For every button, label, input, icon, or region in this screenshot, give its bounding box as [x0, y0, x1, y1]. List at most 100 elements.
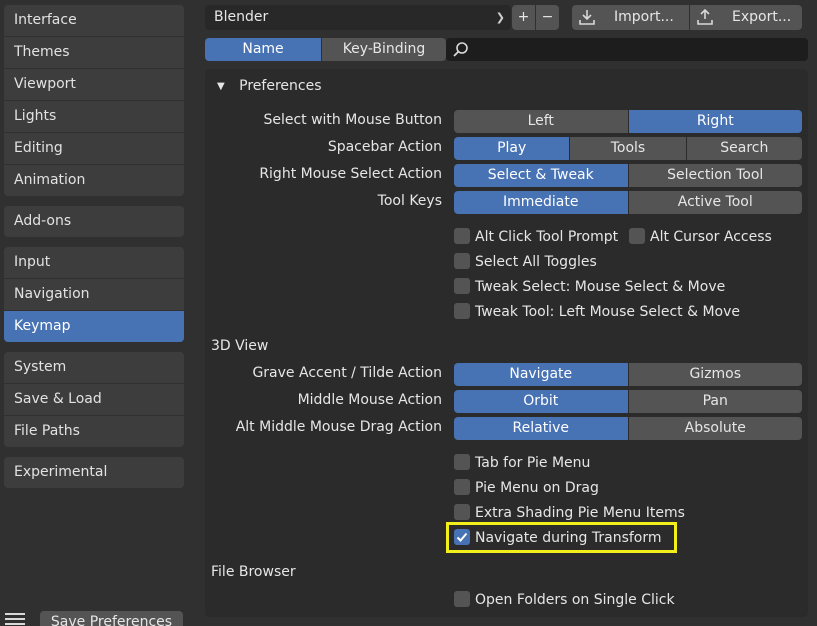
sidebar-group-system: System Save & Load File Paths [4, 352, 184, 447]
option-gizmos[interactable]: Gizmos [628, 363, 802, 386]
pie-menu-on-drag-checkbox[interactable]: Pie Menu on Drag [454, 478, 599, 498]
middle-mouse-action-label: Middle Mouse Action [297, 392, 442, 408]
checkbox-box [454, 228, 470, 244]
checkbox-box [454, 479, 470, 495]
sidebar-item-addons[interactable]: Add-ons [4, 206, 184, 237]
checkbox-box [454, 454, 470, 470]
tab-for-pie-menu-checkbox[interactable]: Tab for Pie Menu [454, 453, 590, 473]
add-preset-button[interactable]: + [512, 5, 535, 30]
sidebar-item-viewport[interactable]: Viewport [4, 69, 184, 101]
checkbox-box [454, 591, 470, 607]
import-button[interactable]: Import... [572, 5, 689, 30]
chevron-down-icon: ❯ [495, 11, 505, 24]
option-pan[interactable]: Pan [628, 390, 802, 413]
keymap-preset-value: Blender [214, 9, 269, 25]
alt-middle-mouse-drag-control: Relative Absolute [454, 417, 802, 440]
preferences-panel-title: Preferences [239, 78, 322, 94]
checkbox-box [454, 278, 470, 294]
preferences-window: Interface Themes Viewport Lights Editing… [0, 0, 817, 626]
spacebar-action-control: Play Tools Search [454, 137, 802, 160]
checkbox-label: Pie Menu on Drag [475, 480, 599, 496]
checkbox-label: Open Folders on Single Click [475, 592, 675, 608]
tab-name[interactable]: Name [205, 38, 321, 61]
checkbox-label: Tab for Pie Menu [475, 455, 591, 471]
sidebar-item-input[interactable]: Input [4, 247, 184, 279]
import-icon [579, 10, 595, 25]
preferences-panel-header[interactable]: ▼ Preferences [217, 78, 322, 94]
sidebar-item-experimental[interactable]: Experimental [4, 457, 184, 488]
checkbox-box [454, 303, 470, 319]
checkbox-label: Alt Click Tool Prompt [475, 229, 619, 245]
checkbox-label: Tweak Tool: Left Mouse Select & Move [475, 304, 741, 320]
sidebar-item-save-load[interactable]: Save & Load [4, 384, 184, 416]
sidebar-item-interface[interactable]: Interface [4, 5, 184, 37]
sidebar-item-themes[interactable]: Themes [4, 37, 184, 69]
right-mouse-select-action-control: Select & Tweak Selection Tool [454, 164, 802, 187]
checkbox-box [629, 228, 645, 244]
select-mouse-button-control: Left Right [454, 110, 802, 133]
sidebar-group-experimental: Experimental [4, 457, 184, 488]
keymap-preset-select[interactable]: Blender ❯ [205, 5, 511, 30]
disclosure-triangle-icon: ▼ [217, 81, 225, 92]
option-navigate[interactable]: Navigate [454, 363, 628, 386]
checkbox-label: Select All Toggles [475, 254, 597, 270]
export-button[interactable]: Export... [690, 5, 802, 30]
option-absolute[interactable]: Absolute [628, 417, 802, 440]
extra-shading-pie-menu-checkbox[interactable]: Extra Shading Pie Menu Items [454, 503, 685, 523]
sidebar-item-system[interactable]: System [4, 352, 184, 384]
alt-cursor-access-checkbox[interactable]: Alt Cursor Access [629, 227, 772, 247]
option-search[interactable]: Search [686, 137, 802, 160]
sidebar-item-keymap[interactable]: Keymap [4, 311, 184, 342]
option-left[interactable]: Left [454, 110, 628, 133]
sidebar-item-navigation[interactable]: Navigation [4, 279, 184, 311]
grave-accent-action-label: Grave Accent / Tilde Action [252, 365, 442, 381]
checkbox-label: Tweak Select: Mouse Select & Move [475, 279, 726, 295]
remove-preset-button[interactable]: − [536, 5, 559, 30]
select-all-toggles-checkbox[interactable]: Select All Toggles [454, 252, 597, 272]
hamburger-menu-icon[interactable] [5, 613, 25, 626]
export-label: Export... [732, 9, 792, 25]
checkbox-box [454, 504, 470, 520]
option-selection-tool[interactable]: Selection Tool [628, 164, 802, 187]
import-label: Import... [614, 9, 674, 25]
select-mouse-button-label: Select with Mouse Button [263, 112, 442, 128]
alt-middle-mouse-drag-label: Alt Middle Mouse Drag Action [235, 419, 442, 435]
spacebar-action-label: Spacebar Action [327, 139, 442, 155]
option-orbit[interactable]: Orbit [454, 390, 628, 413]
tab-key-binding[interactable]: Key-Binding [322, 38, 446, 61]
option-play[interactable]: Play [454, 137, 570, 160]
search-icon [453, 42, 468, 57]
sidebar-item-editing[interactable]: Editing [4, 133, 184, 165]
option-active-tool[interactable]: Active Tool [628, 191, 802, 214]
middle-mouse-action-control: Orbit Pan [454, 390, 802, 413]
save-preferences-button[interactable]: Save Preferences [40, 611, 183, 626]
option-right[interactable]: Right [628, 110, 802, 133]
sidebar-group-addons: Add-ons [4, 206, 184, 237]
search-input[interactable] [446, 38, 808, 61]
option-select-tweak[interactable]: Select & Tweak [454, 164, 628, 187]
checkbox-box [454, 253, 470, 269]
section-3d-view-title: 3D View [211, 338, 269, 354]
sidebar: Interface Themes Viewport Lights Editing… [0, 0, 196, 626]
sidebar-item-animation[interactable]: Animation [4, 165, 184, 196]
option-tools[interactable]: Tools [570, 137, 686, 160]
sidebar-item-lights[interactable]: Lights [4, 101, 184, 133]
highlight-box [446, 522, 677, 553]
tool-keys-control: Immediate Active Tool [454, 191, 802, 214]
tweak-select-checkbox[interactable]: Tweak Select: Mouse Select & Move [454, 277, 725, 297]
sidebar-group-general: Interface Themes Viewport Lights Editing… [4, 5, 184, 196]
alt-click-tool-prompt-checkbox[interactable]: Alt Click Tool Prompt [454, 227, 618, 247]
right-mouse-select-action-label: Right Mouse Select Action [259, 166, 442, 182]
checkbox-label: Extra Shading Pie Menu Items [475, 505, 685, 521]
tool-keys-label: Tool Keys [377, 193, 442, 209]
open-folders-single-click-checkbox[interactable]: Open Folders on Single Click [454, 590, 675, 610]
export-icon [697, 8, 713, 25]
checkbox-label: Alt Cursor Access [650, 229, 772, 245]
sidebar-item-file-paths[interactable]: File Paths [4, 416, 184, 447]
sidebar-group-input: Input Navigation Keymap [4, 247, 184, 342]
option-immediate[interactable]: Immediate [454, 191, 628, 214]
option-relative[interactable]: Relative [454, 417, 628, 440]
tweak-tool-checkbox[interactable]: Tweak Tool: Left Mouse Select & Move [454, 302, 740, 322]
grave-accent-action-control: Navigate Gizmos [454, 363, 802, 386]
section-file-browser-title: File Browser [211, 564, 296, 580]
